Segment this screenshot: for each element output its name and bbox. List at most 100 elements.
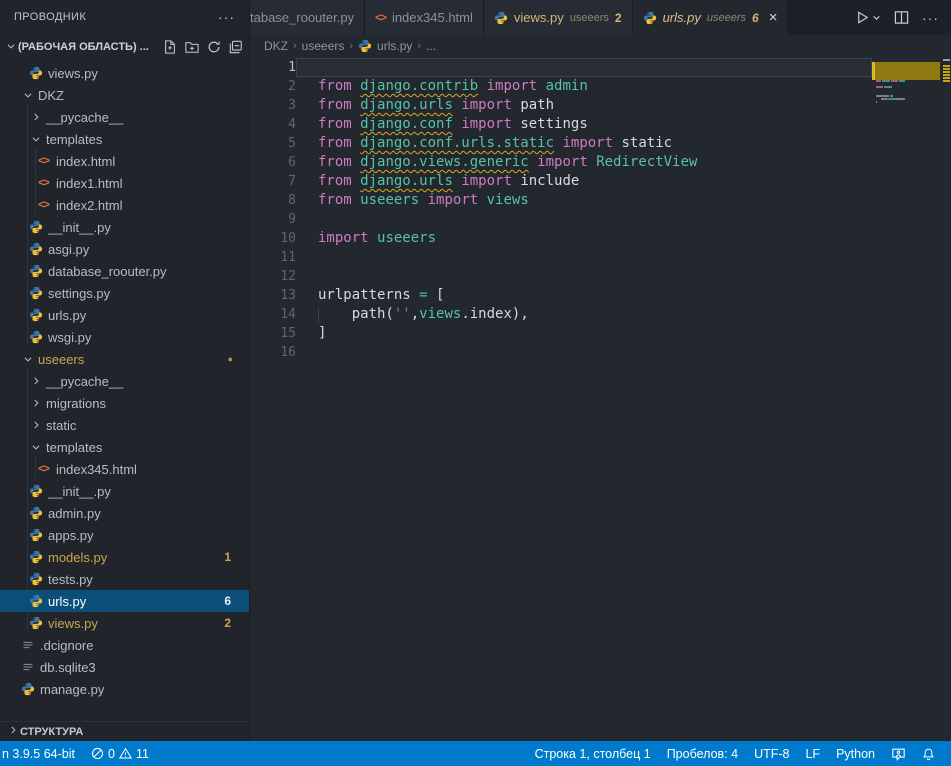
line-content: ]: [296, 324, 872, 343]
minimap-code-bar: [882, 80, 890, 82]
code-token: [352, 173, 360, 189]
tab-tabase-roouter-py[interactable]: tabase_roouter.py: [250, 0, 365, 35]
python-file-icon: [28, 506, 43, 520]
tree-file-index2-html[interactable]: <>index2.html: [0, 194, 249, 216]
tree-item-label: models.py: [48, 550, 107, 565]
code-line-4[interactable]: 4from django.conf import settings: [250, 115, 872, 134]
code-line-12[interactable]: 12: [250, 267, 872, 286]
code-line-1[interactable]: 1: [250, 58, 872, 77]
eol-item[interactable]: LF: [797, 741, 828, 766]
breadcrumb-item[interactable]: useeers: [302, 39, 345, 53]
problems-item[interactable]: 0 11: [83, 741, 157, 766]
code-token: ]: [318, 325, 326, 341]
line-number: 8: [250, 191, 296, 210]
breadcrumb-item[interactable]: ...: [426, 39, 436, 53]
code-line-6[interactable]: 6from django.views.generic import Redire…: [250, 153, 872, 172]
code-line-8[interactable]: 8from useeers import views: [250, 191, 872, 210]
tree-file-index-html[interactable]: <>index.html: [0, 150, 249, 172]
ruler-warning-mark: [943, 68, 950, 70]
tab-index345-html[interactable]: <>index345.html: [365, 0, 484, 35]
line-number: 3: [250, 96, 296, 115]
tree-folder-useeers[interactable]: useeers●: [0, 348, 249, 370]
tree-file-asgi-py[interactable]: asgi.py: [0, 238, 249, 260]
indentation-item[interactable]: Пробелов: 4: [659, 741, 746, 766]
line-content: urlpatterns = [: [296, 286, 872, 305]
editor-more-actions-icon[interactable]: ···: [922, 10, 939, 26]
tab-views-py[interactable]: views.pyuseeers2: [484, 0, 633, 35]
tree-folder-static[interactable]: static: [0, 414, 249, 436]
outline-section-header[interactable]: СТРУКТУРА: [0, 721, 249, 741]
tree-file-models-py[interactable]: models.py1: [0, 546, 249, 568]
new-folder-icon[interactable]: [185, 40, 199, 54]
tree-item-label: index.html: [56, 154, 115, 169]
code-line-2[interactable]: 2from django.contrib import admin: [250, 77, 872, 96]
code-line-14[interactable]: 14 path('',views.index),: [250, 305, 872, 324]
language-mode-item[interactable]: Python: [828, 741, 883, 766]
line-number: 7: [250, 172, 296, 191]
tree-file-manage-py[interactable]: manage.py: [0, 678, 249, 700]
code-line-16[interactable]: 16: [250, 343, 872, 362]
breadcrumb-item[interactable]: DKZ: [264, 39, 288, 53]
tree-file-settings-py[interactable]: settings.py: [0, 282, 249, 304]
tab-bar: tabase_roouter.py<>index345.htmlviews.py…: [250, 0, 951, 35]
tree-file-tests-py[interactable]: tests.py: [0, 568, 249, 590]
code-line-15[interactable]: 15]: [250, 324, 872, 343]
feedback-icon[interactable]: [883, 741, 914, 766]
encoding-item[interactable]: UTF-8: [746, 741, 797, 766]
ruler-warning-mark: [943, 80, 950, 82]
tree-folder-dkz[interactable]: DKZ: [0, 84, 249, 106]
code-line-10[interactable]: 10import useeers: [250, 229, 872, 248]
tree-file-index1-html[interactable]: <>index1.html: [0, 172, 249, 194]
python-version-item[interactable]: n 3.9.5 64-bit: [0, 741, 83, 766]
tab-urls-py[interactable]: urls.pyuseeers6×: [633, 0, 789, 35]
cursor-position-item[interactable]: Строка 1, столбец 1: [527, 741, 659, 766]
code-line-3[interactable]: 3from django.urls import path: [250, 96, 872, 115]
tree-file-views-py[interactable]: views.py2: [0, 612, 249, 634]
tree-item-label: .dcignore: [40, 638, 93, 653]
collapse-folders-icon[interactable]: [229, 40, 243, 54]
tree-folder-migrations[interactable]: migrations: [0, 392, 249, 414]
overview-ruler[interactable]: [940, 57, 951, 741]
code-editor: 12from django.contrib import admin3from …: [250, 57, 951, 741]
notifications-bell-icon[interactable]: [914, 741, 943, 766]
close-tab-icon[interactable]: ×: [769, 9, 778, 26]
tree-folder-templates[interactable]: templates: [0, 128, 249, 150]
explorer-more-actions-icon[interactable]: ···: [218, 9, 235, 25]
split-editor-icon[interactable]: [894, 10, 909, 25]
code-line-11[interactable]: 11: [250, 248, 872, 267]
refresh-explorer-icon[interactable]: [207, 40, 221, 54]
tree-file--init-py[interactable]: __init__.py: [0, 216, 249, 238]
tree-file--init-py[interactable]: __init__.py: [0, 480, 249, 502]
tree-file-db-sqlite3[interactable]: db.sqlite3: [0, 656, 249, 678]
tree-folder--pycache-[interactable]: __pycache__: [0, 106, 249, 128]
warning-icon: [119, 747, 132, 760]
tree-file-apps-py[interactable]: apps.py: [0, 524, 249, 546]
editor-actions: ···: [843, 0, 951, 35]
tree-folder-templates[interactable]: templates: [0, 436, 249, 458]
tree-file-wsgi-py[interactable]: wsgi.py: [0, 326, 249, 348]
minimap[interactable]: [872, 57, 940, 741]
tree-file-urls-py[interactable]: urls.py: [0, 304, 249, 326]
tree-file-urls-py[interactable]: urls.py6: [0, 590, 249, 612]
tree-file-views-py[interactable]: views.py: [0, 62, 249, 84]
breadcrumb[interactable]: DKZ›useeers›urls.py›...: [250, 35, 951, 57]
code-line-7[interactable]: 7from django.urls import include: [250, 172, 872, 191]
code-line-9[interactable]: 9: [250, 210, 872, 229]
tree-item-label: settings.py: [48, 286, 110, 301]
code-line-13[interactable]: 13urlpatterns = [: [250, 286, 872, 305]
code-token: [352, 78, 360, 94]
tree-file-database-roouter-py[interactable]: database_roouter.py: [0, 260, 249, 282]
tree-file--dcignore[interactable]: .dcignore: [0, 634, 249, 656]
tree-folder--pycache-[interactable]: __pycache__: [0, 370, 249, 392]
code-line-5[interactable]: 5from django.conf.urls.static import sta…: [250, 134, 872, 153]
tree-file-index345-html[interactable]: <>index345.html: [0, 458, 249, 480]
breadcrumb-item[interactable]: urls.py: [377, 39, 412, 53]
workspace-section-header[interactable]: (РАБОЧАЯ ОБЛАСТЬ) ...: [0, 34, 249, 60]
tree-item-label: views.py: [48, 616, 98, 631]
new-file-icon[interactable]: [163, 40, 177, 54]
code-token: [478, 78, 486, 94]
tree-file-admin-py[interactable]: admin.py: [0, 502, 249, 524]
run-python-file-button[interactable]: [855, 10, 881, 25]
html-file-icon: <>: [375, 12, 386, 24]
code-token: from: [318, 135, 352, 151]
